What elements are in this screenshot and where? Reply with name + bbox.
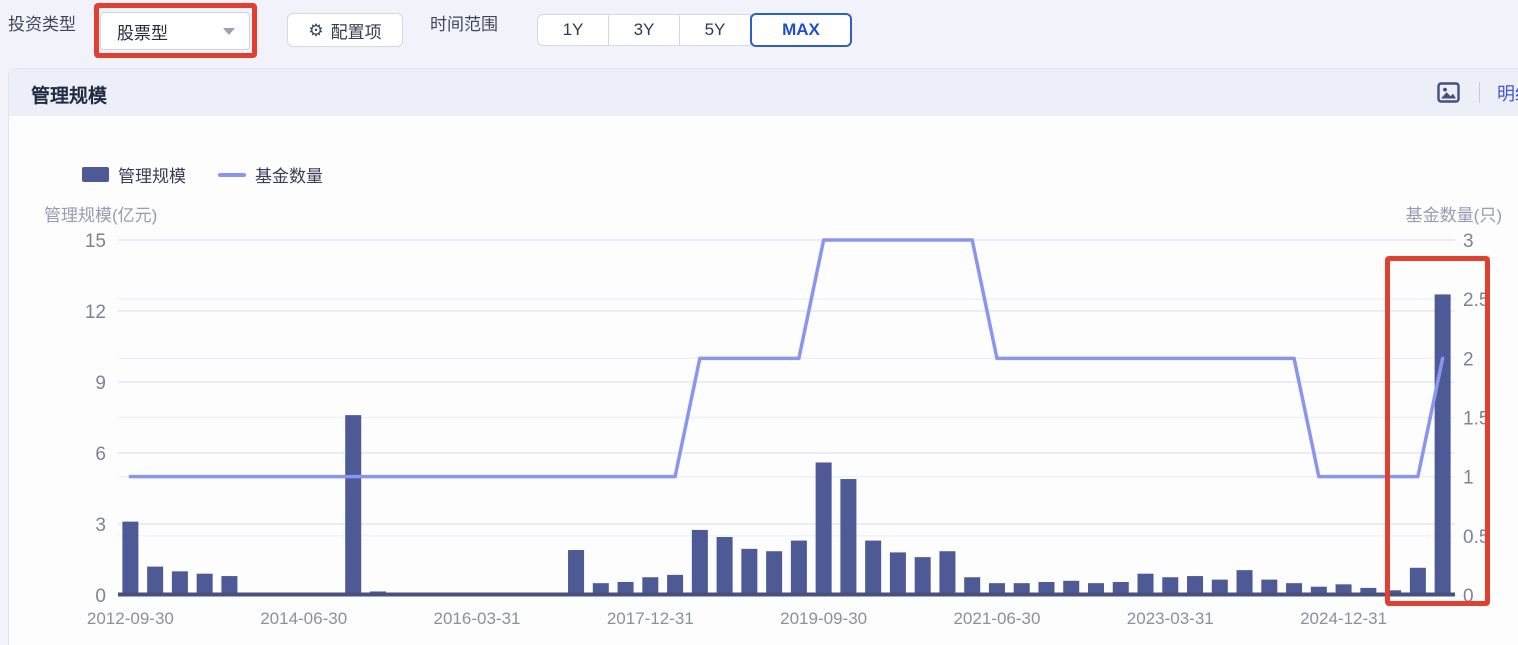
bar[interactable]	[766, 551, 783, 595]
bar[interactable]	[691, 529, 708, 595]
bar[interactable]	[568, 550, 585, 595]
annotation-highlight-latest-bars	[1385, 256, 1490, 606]
x-axis-tick: 2016-03-31	[434, 609, 521, 628]
x-axis-tick: 2019-09-30	[780, 609, 867, 628]
bar[interactable]	[196, 573, 213, 595]
bar[interactable]	[840, 479, 857, 595]
bar[interactable]	[716, 537, 733, 595]
bar[interactable]	[790, 540, 807, 595]
time-range-button-max[interactable]: MAX	[750, 13, 852, 47]
bar[interactable]	[889, 552, 906, 595]
bar[interactable]	[939, 551, 956, 595]
x-axis-tick: 2012-09-30	[87, 609, 174, 628]
bar[interactable]	[122, 521, 139, 595]
bar[interactable]	[147, 566, 164, 595]
left-axis-tick: 15	[85, 231, 106, 252]
bar-series	[122, 294, 1451, 595]
bar[interactable]	[171, 571, 188, 595]
bar[interactable]	[1137, 573, 1154, 595]
bar[interactable]	[1187, 576, 1204, 595]
x-axis-tick: 2014-06-30	[260, 609, 347, 628]
bar[interactable]	[345, 415, 362, 595]
x-axis-tick: 2017-12-31	[607, 609, 694, 628]
x-axis-line	[118, 592, 1455, 597]
left-axis-tick: 3	[95, 515, 106, 536]
bar[interactable]	[221, 576, 238, 595]
bar[interactable]	[1162, 577, 1179, 595]
bar[interactable]	[964, 577, 981, 595]
left-axis-tick: 9	[95, 373, 106, 394]
gridlines	[118, 239, 1455, 537]
left-axis-tick: 6	[95, 444, 106, 465]
bar[interactable]	[914, 557, 931, 595]
left-axis-tick: 0	[95, 586, 106, 607]
fund-manager-scale-page: 投资类型 股票型 ⚙︎ 配置项 时间范围 1Y3Y5YMAX 管理规模 明细 管…	[0, 0, 1518, 645]
management-scale-chart: 0369121500.511.522.532012-09-30 2014-06-3…	[85, 231, 1490, 628]
left-axis-tick: 12	[85, 302, 106, 323]
x-axis-tick: 2024-12-31	[1300, 609, 1387, 628]
annotation-highlight-dropdown	[94, 3, 257, 58]
bar[interactable]	[741, 548, 758, 595]
bar[interactable]	[1236, 570, 1253, 595]
right-axis-tick: 3	[1463, 231, 1474, 252]
x-axis-tick: 2023-03-31	[1127, 609, 1214, 628]
bar[interactable]	[815, 462, 832, 595]
bar[interactable]	[667, 574, 684, 595]
x-axis-tick: 2021-06-30	[953, 609, 1040, 628]
bar[interactable]	[865, 540, 882, 595]
bar[interactable]	[642, 577, 659, 595]
